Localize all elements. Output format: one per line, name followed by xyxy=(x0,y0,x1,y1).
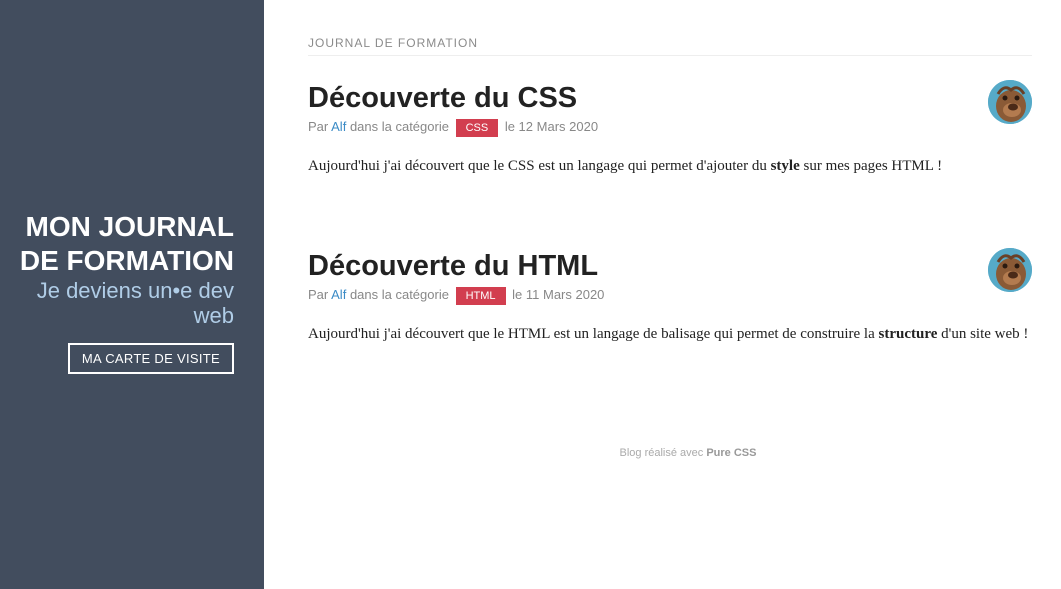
post: Découverte du HTML Par Alf dans la catég… xyxy=(308,248,1032,348)
category-tag[interactable]: CSS xyxy=(455,119,499,137)
desc-text: d'un site web ! xyxy=(937,326,1029,342)
post-title[interactable]: Découverte du CSS xyxy=(308,80,1032,116)
post-description: Aujourd'hui j'ai découvert que le HTML e… xyxy=(308,321,1032,348)
post-meta: Par Alf dans la catégorie CSS le 12 Mars… xyxy=(308,118,1032,137)
footer-link[interactable]: Pure CSS xyxy=(706,447,756,459)
footer: Blog réalisé avec Pure CSS xyxy=(308,447,1061,459)
post-date: le 12 Mars 2020 xyxy=(504,119,599,134)
author-avatar xyxy=(988,248,1032,292)
post-date: le 11 Mars 2020 xyxy=(512,287,605,302)
brand-tagline: Je deviens un•e dev web xyxy=(36,278,234,328)
sidebar: MON JOURNAL DE FORMATION Je deviens un•e… xyxy=(0,0,264,589)
category-tag[interactable]: HTML xyxy=(455,287,506,305)
alf-avatar-icon xyxy=(988,248,1032,292)
desc-emphasis: style xyxy=(770,158,800,174)
author-avatar xyxy=(988,80,1032,124)
author-link[interactable]: Alf xyxy=(331,287,346,302)
desc-text: sur mes pages HTML ! xyxy=(799,158,943,174)
meta-category-label: dans la catégorie xyxy=(349,119,449,134)
footer-text: Blog réalisé avec xyxy=(619,447,707,459)
post-title[interactable]: Découverte du HTML xyxy=(308,248,1032,284)
meta-by-label: Par xyxy=(308,287,329,302)
desc-text: Aujourd'hui j'ai découvert que le HTML e… xyxy=(308,326,879,342)
brand-block: MON JOURNAL DE FORMATION Je deviens un•e… xyxy=(4,210,234,374)
post-meta: Par Alf dans la catégorie HTML le 11 Mar… xyxy=(308,286,1032,305)
meta-category-label: dans la catégorie xyxy=(349,287,449,302)
section-title: JOURNAL DE FORMATION xyxy=(308,36,1032,56)
post-description: Aujourd'hui j'ai découvert que le CSS es… xyxy=(308,153,1032,180)
desc-text: Aujourd'hui j'ai découvert que le CSS es… xyxy=(308,158,771,174)
main-content: JOURNAL DE FORMATION Découverte du CSS P… xyxy=(308,0,1032,348)
business-card-button[interactable]: MA CARTE DE VISITE xyxy=(67,343,234,374)
desc-emphasis: structure xyxy=(878,326,938,342)
brand-title: MON JOURNAL DE FORMATION xyxy=(19,211,234,276)
author-link[interactable]: Alf xyxy=(331,119,346,134)
alf-avatar-icon xyxy=(988,80,1032,124)
meta-by-label: Par xyxy=(308,119,329,134)
post: Découverte du CSS Par Alf dans la catégo… xyxy=(308,80,1032,180)
